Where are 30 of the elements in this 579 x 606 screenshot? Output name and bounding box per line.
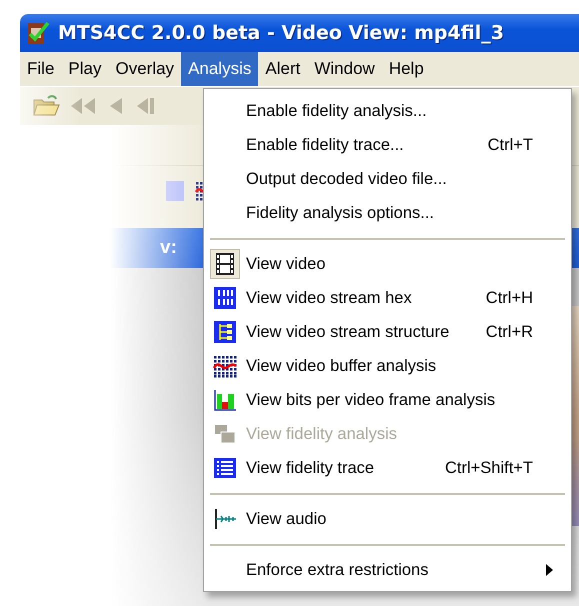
menu-title[interactable]: Play	[61, 52, 108, 86]
binary-digits-icon	[213, 286, 237, 310]
film-icon	[213, 252, 237, 276]
menu-title[interactable]: Analysis	[181, 52, 258, 86]
wave-grid-icon	[213, 354, 237, 378]
checkmark-app-icon	[26, 20, 50, 46]
menu-item[interactable]: View video	[204, 247, 571, 281]
menu-title[interactable]: Overlay	[108, 52, 182, 86]
menu-item[interactable]: View video stream structure Ctrl+R	[204, 315, 571, 349]
menu-title[interactable]: Window	[307, 52, 382, 86]
child-window-title: v:	[160, 237, 177, 259]
window-title: MTS4CC 2.0.0 beta - Video View: mp4fil_3	[58, 22, 504, 44]
audio-wave-icon	[213, 507, 237, 531]
menu-item[interactable]: View audio	[204, 502, 571, 536]
menu-title[interactable]: Help	[382, 52, 431, 86]
submenu-arrow-icon	[546, 564, 553, 576]
menu-item[interactable]: Output decoded video file...	[204, 162, 571, 196]
menu-item[interactable]: Enforce extra restrictions	[204, 553, 571, 587]
bar-chart-icon	[213, 388, 237, 412]
tree-structure-icon	[213, 320, 237, 344]
menu-item[interactable]: Enable fidelity trace... Ctrl+T	[204, 128, 571, 162]
menu-item[interactable]: Enable fidelity analysis...	[204, 94, 571, 128]
menu-title[interactable]: File	[20, 52, 62, 86]
open-folder-icon[interactable]	[32, 94, 60, 118]
menu-item[interactable]: View video buffer analysis	[204, 349, 571, 383]
menu-title[interactable]: Alert	[258, 52, 308, 86]
menu-item[interactable]: View fidelity trace Ctrl+Shift+T	[204, 451, 571, 485]
menu-item[interactable]: View video stream hex Ctrl+H	[204, 281, 571, 315]
menu-item[interactable]: Fidelity analysis options...	[204, 196, 571, 230]
menu-item[interactable]: View bits per video frame analysis	[204, 383, 571, 417]
